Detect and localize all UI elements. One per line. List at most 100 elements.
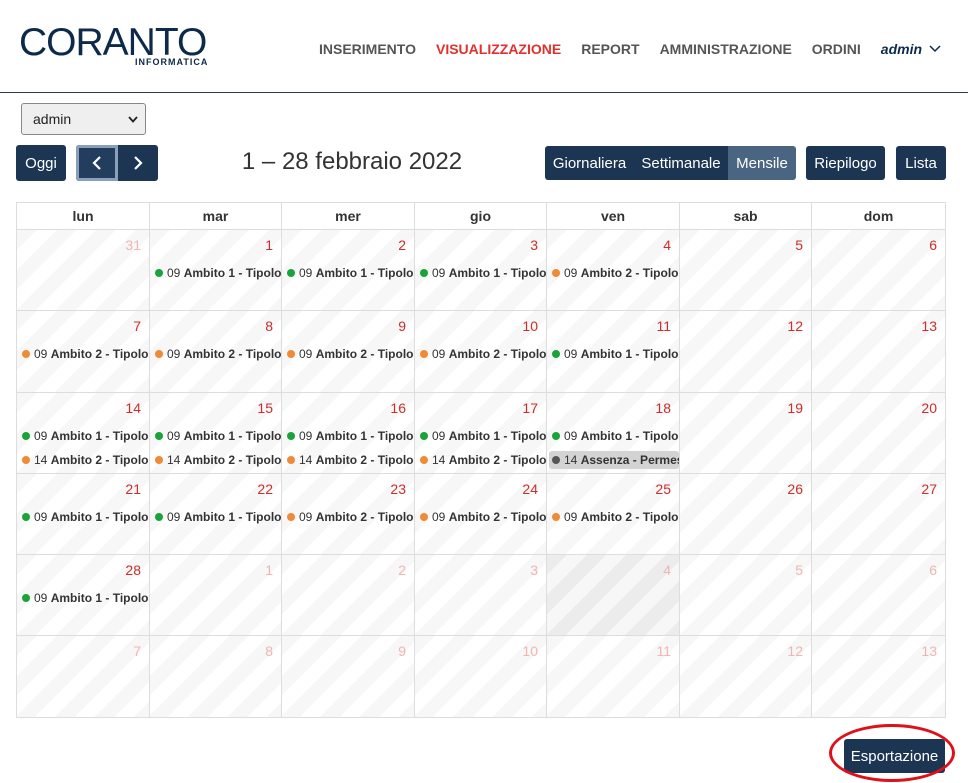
day-cell[interactable]: 10	[415, 636, 547, 718]
calendar-event[interactable]: 09 Ambito 2 - Tipologia	[155, 345, 281, 363]
day-cell[interactable]: 1709 Ambito 1 - Tipologia14 Ambito 2 - T…	[415, 392, 547, 474]
day-number[interactable]: 11	[656, 643, 671, 659]
day-cell[interactable]: 20	[812, 392, 945, 474]
day-number[interactable]: 2	[398, 237, 406, 253]
calendar-event[interactable]: 14 Ambito 2 - Tipologia	[155, 451, 281, 469]
day-cell[interactable]: 23 09 Ambito 2 - Tipologia	[282, 473, 415, 556]
day-cell[interactable]: 1	[150, 555, 282, 637]
day-number[interactable]: 10	[522, 318, 538, 334]
day-cell[interactable]: 1 09 Ambito 1 - Tipologia	[150, 230, 282, 312]
day-number[interactable]: 8	[265, 318, 273, 334]
day-number[interactable]: 9	[398, 318, 406, 334]
user-menu[interactable]: admin	[881, 41, 941, 57]
day-cell[interactable]: 11	[547, 636, 680, 718]
day-number[interactable]: 4	[663, 237, 671, 253]
calendar-event[interactable]: 09 Ambito 1 - Tipologia	[420, 264, 546, 282]
day-number[interactable]: 2	[398, 562, 406, 578]
day-cell[interactable]: 4	[547, 555, 680, 637]
nav-item-amministrazione[interactable]: AMMINISTRAZIONE	[660, 41, 792, 57]
calendar-event[interactable]: 09 Ambito 2 - Tipologia	[287, 508, 414, 526]
day-cell[interactable]: 31	[17, 230, 150, 312]
day-cell[interactable]: 3	[415, 555, 547, 637]
day-cell[interactable]: 5	[680, 555, 812, 637]
day-cell[interactable]: 5	[680, 230, 812, 312]
day-cell[interactable]: 1609 Ambito 1 - Tipologia14 Ambito 2 - T…	[282, 392, 415, 474]
day-cell[interactable]: 8 09 Ambito 2 - Tipologia	[150, 311, 282, 393]
day-number[interactable]: 9	[398, 643, 406, 659]
nav-item-report[interactable]: REPORT	[581, 41, 639, 57]
day-cell[interactable]: 9	[282, 636, 415, 718]
day-number[interactable]: 17	[522, 400, 538, 416]
day-number[interactable]: 11	[656, 318, 671, 334]
day-number[interactable]: 19	[787, 400, 803, 416]
day-number[interactable]: 13	[921, 643, 937, 659]
today-button[interactable]: Oggi	[16, 145, 66, 181]
day-cell[interactable]: 6	[812, 230, 945, 312]
day-number[interactable]: 23	[390, 481, 406, 497]
prev-button[interactable]	[76, 145, 118, 181]
day-number[interactable]: 16	[390, 400, 406, 416]
day-number[interactable]: 6	[929, 562, 937, 578]
day-cell[interactable]: 12	[680, 311, 812, 393]
day-number[interactable]: 6	[929, 237, 937, 253]
calendar-event[interactable]: 09 Ambito 1 - Tipologia	[287, 264, 414, 282]
day-cell[interactable]: 27	[812, 473, 945, 556]
day-cell[interactable]: 21 09 Ambito 1 - Tipologia	[17, 473, 150, 556]
view-mensile-button[interactable]: Mensile	[728, 146, 796, 180]
day-cell[interactable]: 9 09 Ambito 2 - Tipologia	[282, 311, 415, 393]
coranto-logo[interactable]: CORANTO INFORMATICA	[19, 23, 214, 70]
day-number[interactable]: 8	[265, 643, 273, 659]
nav-item-inserimento[interactable]: INSERIMENTO	[319, 41, 416, 57]
export-button[interactable]: Esportazione	[844, 739, 945, 773]
day-number[interactable]: 25	[655, 481, 671, 497]
calendar-event[interactable]: 09 Ambito 1 - Tipologia	[155, 264, 281, 282]
day-cell[interactable]: 18 09 Ambito 1 - Tipologia 14 Assenza - Pe…	[547, 392, 680, 474]
day-cell[interactable]: 3 09 Ambito 1 - Tipologia	[415, 230, 547, 312]
calendar-event[interactable]: 09 Ambito 1 - Tipologia	[552, 345, 679, 363]
day-cell[interactable]: 7	[17, 636, 150, 718]
day-number[interactable]: 3	[530, 237, 538, 253]
day-cell[interactable]: 1409 Ambito 1 - Tipologia14 Ambito 2 - T…	[17, 392, 150, 474]
day-number[interactable]: 13	[921, 318, 937, 334]
calendar-event[interactable]: 09 Ambito 2 - Tipologia	[22, 345, 149, 363]
calendar-event[interactable]: 09 Ambito 2 - Tipologia	[420, 508, 546, 526]
day-cell[interactable]: 7 09 Ambito 2 - Tipologia	[17, 311, 150, 393]
view-settimanale-button[interactable]: Settimanale	[634, 146, 728, 180]
day-number[interactable]: 31	[125, 237, 141, 253]
day-number[interactable]: 15	[257, 400, 273, 416]
day-number[interactable]: 3	[530, 562, 538, 578]
calendar-event[interactable]: 14 Ambito 2 - Tipologia	[287, 451, 414, 469]
day-number[interactable]: 24	[522, 481, 538, 497]
calendar-event[interactable]: 09 Ambito 2 - Tipologia	[420, 345, 546, 363]
calendar-event[interactable]: 09 Ambito 1 - Tipologia	[22, 508, 149, 526]
day-number[interactable]: 5	[795, 562, 803, 578]
day-number[interactable]: 18	[655, 400, 671, 416]
calendar-event[interactable]: 09 Ambito 2 - Tipologia	[552, 508, 679, 526]
day-cell[interactable]: 2	[282, 555, 415, 637]
day-number[interactable]: 5	[795, 237, 803, 253]
day-cell[interactable]: 4 09 Ambito 2 - Tipologia	[547, 230, 680, 312]
day-cell[interactable]: 11 09 Ambito 1 - Tipologia	[547, 311, 680, 393]
calendar-event[interactable]: 09 Ambito 1 - Tipologia	[155, 508, 281, 526]
user-select[interactable]: admin	[21, 103, 146, 135]
day-number[interactable]: 20	[921, 400, 937, 416]
day-number[interactable]: 12	[787, 318, 803, 334]
day-cell[interactable]: 6	[812, 555, 945, 637]
day-number[interactable]: 14	[125, 400, 141, 416]
calendar-event[interactable]: 14 Ambito 2 - Tipologia	[420, 451, 546, 469]
day-cell[interactable]: 25 09 Ambito 2 - Tipologia	[547, 473, 680, 556]
absence-event[interactable]: 14 Assenza - Permesso	[549, 450, 679, 469]
day-number[interactable]: 4	[663, 562, 671, 578]
calendar-event[interactable]: 14 Ambito 2 - Tipologia	[22, 451, 149, 469]
day-cell[interactable]: 13	[812, 311, 945, 393]
day-number[interactable]: 28	[125, 562, 141, 578]
calendar-event[interactable]: 09 Ambito 1 - Tipologia	[155, 427, 281, 445]
riepilogo-button[interactable]: Riepilogo	[806, 146, 885, 180]
day-number[interactable]: 22	[257, 481, 273, 497]
calendar-event[interactable]: 09 Ambito 1 - Tipologia	[552, 427, 679, 445]
day-number[interactable]: 26	[787, 481, 803, 497]
day-cell[interactable]: 24 09 Ambito 2 - Tipologia	[415, 473, 547, 556]
next-button[interactable]	[118, 145, 158, 181]
day-cell[interactable]: 28 09 Ambito 1 - Tipologia	[17, 555, 150, 637]
day-number[interactable]: 1	[265, 562, 273, 578]
